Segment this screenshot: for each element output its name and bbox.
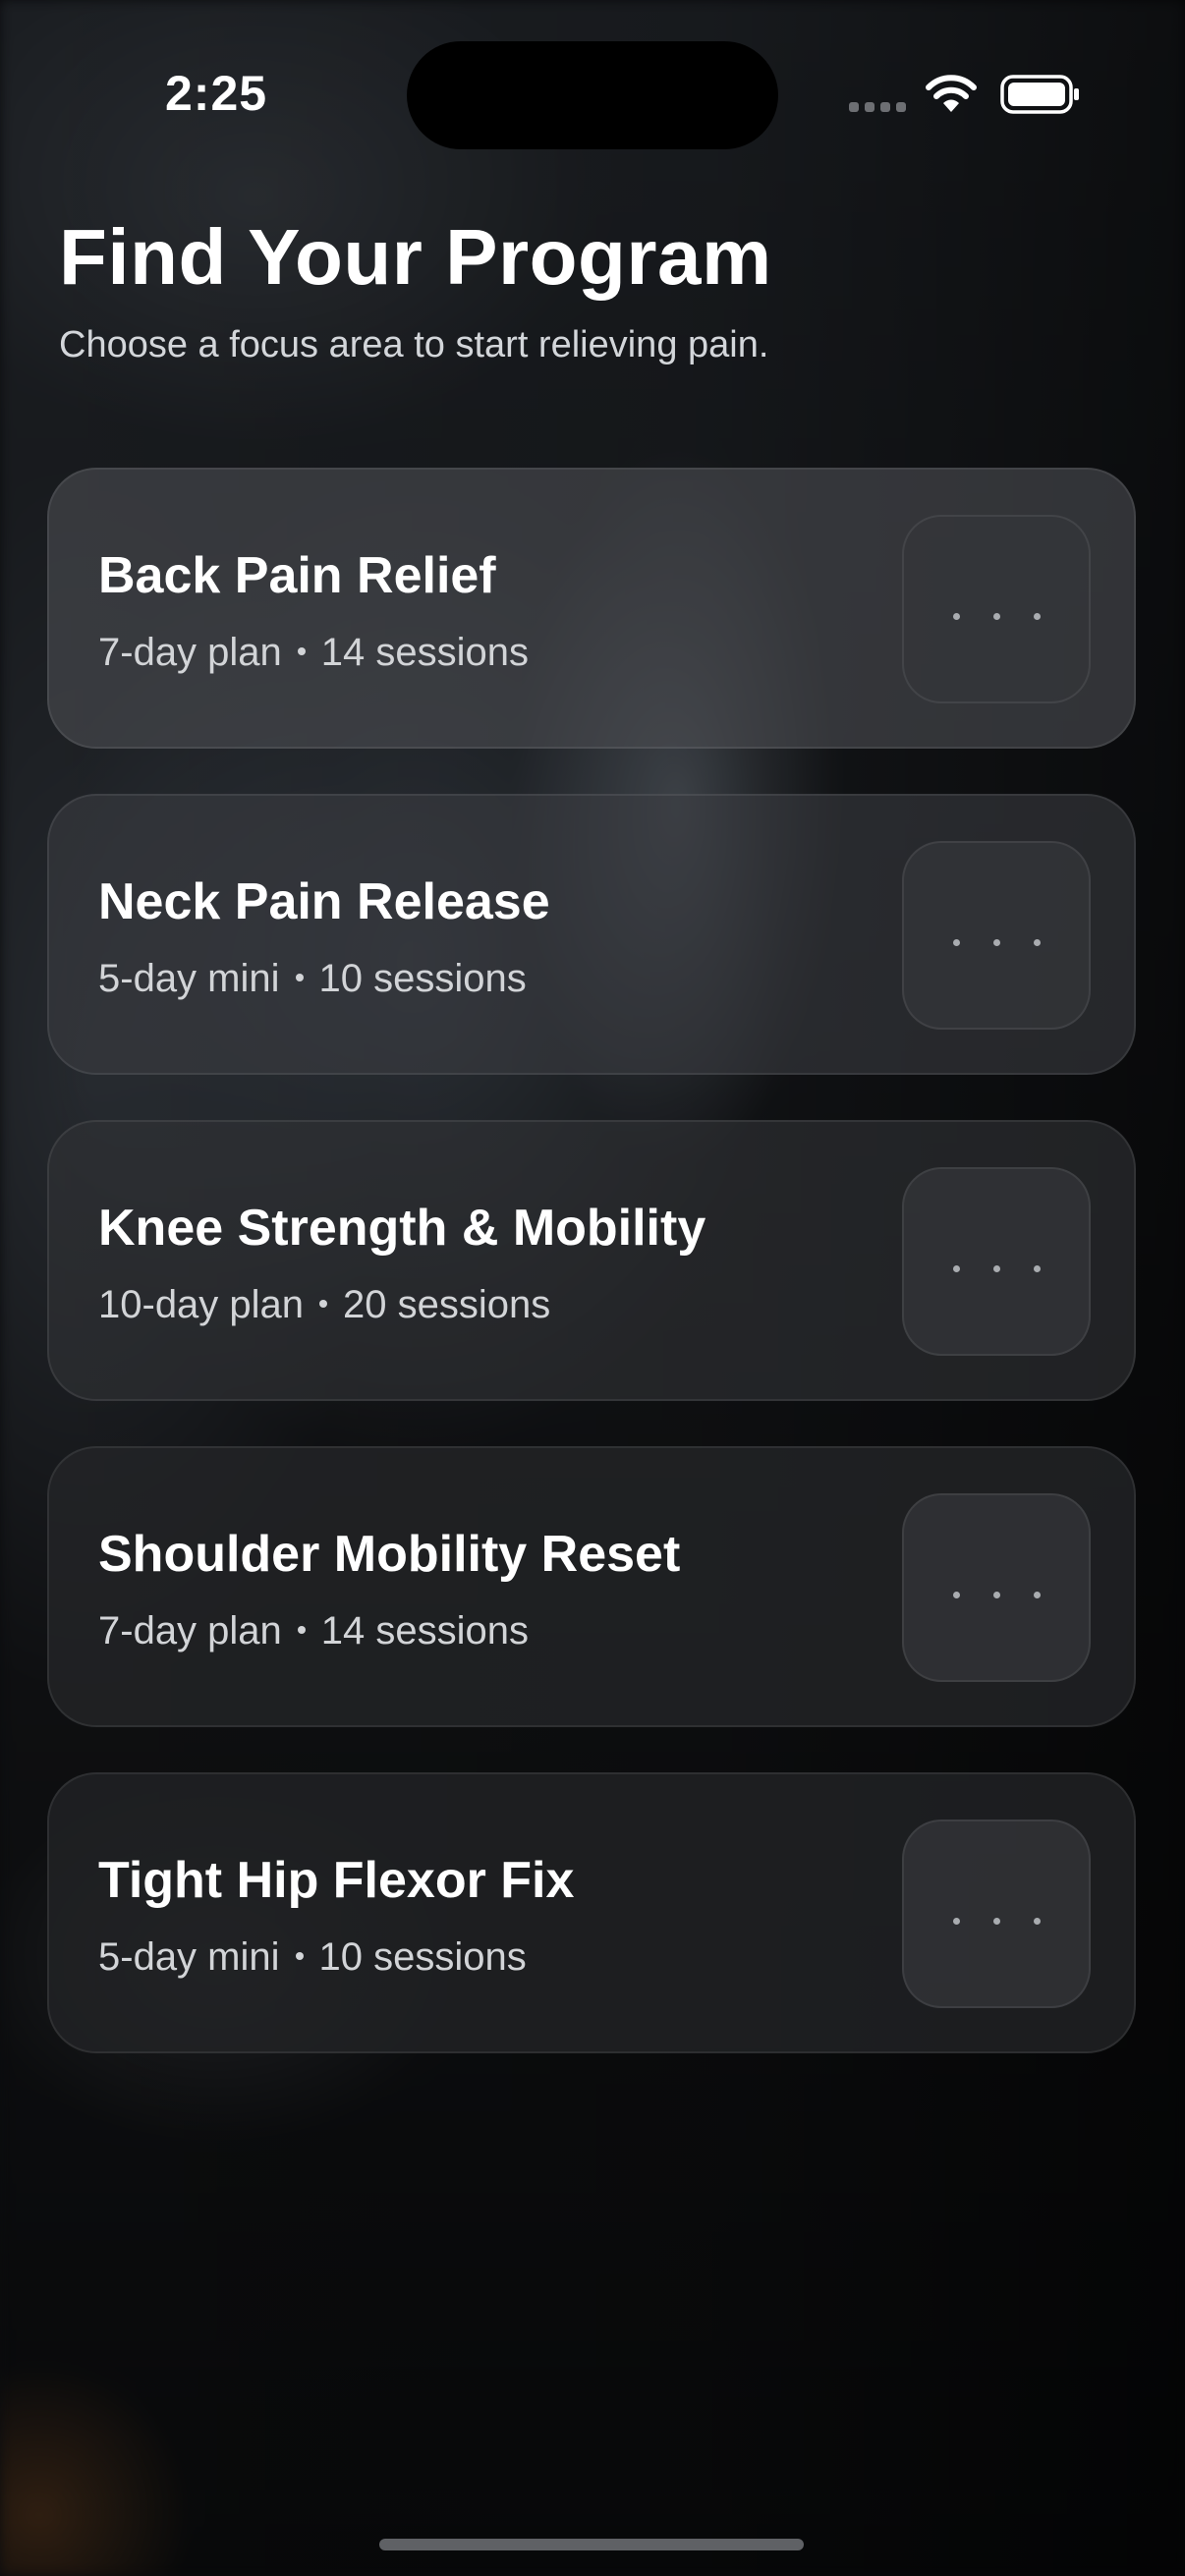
separator-dot (297, 1626, 306, 1635)
program-finder-screen: 2:25 Find Your Program Choose a focus ar… (0, 0, 1185, 2576)
program-duration: 5-day mini (98, 1935, 280, 1979)
dynamic-island (407, 41, 778, 149)
program-meta: 5-day mini 10 sessions (98, 957, 527, 1001)
status-bar: 2:25 (0, 0, 1185, 187)
program-meta: 7-day plan 14 sessions (98, 1609, 529, 1653)
more-options-button[interactable] (902, 1820, 1091, 2008)
program-card-knee-strength-mobility[interactable]: Knee Strength & Mobility 10-day plan 20 s… (47, 1120, 1136, 1401)
home-indicator[interactable] (379, 2539, 804, 2550)
program-card-neck-pain-release[interactable]: Neck Pain Release 5-day mini 10 sessions (47, 794, 1136, 1075)
more-options-button[interactable] (902, 1493, 1091, 1682)
page-title: Find Your Program (59, 213, 772, 301)
more-dots-icon (904, 1586, 1089, 1598)
separator-dot (295, 1952, 304, 1961)
more-dots-icon (904, 933, 1089, 946)
more-options-button[interactable] (902, 515, 1091, 703)
more-options-button[interactable] (902, 1167, 1091, 1356)
program-card-shoulder-mobility-reset[interactable]: Shoulder Mobility Reset 7-day plan 14 ses… (47, 1446, 1136, 1727)
program-title: Knee Strength & Mobility (98, 1200, 706, 1257)
separator-dot (295, 974, 304, 982)
wifi-icon (926, 75, 977, 112)
program-meta: 5-day mini 10 sessions (98, 1935, 527, 1980)
program-list: Back Pain Relief 7-day plan 14 sessions N… (47, 468, 1138, 2099)
status-time: 2:25 (165, 66, 268, 121)
program-duration: 7-day plan (98, 631, 282, 674)
program-sessions: 20 sessions (343, 1283, 551, 1326)
program-meta: 7-day plan 14 sessions (98, 631, 529, 675)
program-title: Shoulder Mobility Reset (98, 1526, 681, 1583)
separator-dot (319, 1300, 328, 1309)
more-dots-icon (904, 1912, 1089, 1925)
program-sessions: 10 sessions (318, 957, 527, 1000)
program-title: Tight Hip Flexor Fix (98, 1852, 575, 1909)
program-meta: 10-day plan 20 sessions (98, 1283, 550, 1327)
separator-dot (297, 647, 306, 656)
program-card-back-pain-relief[interactable]: Back Pain Relief 7-day plan 14 sessions (47, 468, 1136, 749)
battery-icon (1000, 75, 1079, 114)
program-duration: 10-day plan (98, 1283, 305, 1326)
program-card-tight-hip-flexor-fix[interactable]: Tight Hip Flexor Fix 5-day mini 10 sessio… (47, 1772, 1136, 2053)
program-duration: 7-day plan (98, 1609, 282, 1652)
cellular-signal-icon (849, 102, 908, 112)
program-sessions: 14 sessions (320, 631, 530, 674)
more-dots-icon (904, 1260, 1089, 1272)
program-sessions: 10 sessions (318, 1935, 527, 1979)
program-title: Neck Pain Release (98, 873, 550, 930)
program-duration: 5-day mini (98, 957, 280, 1000)
program-sessions: 14 sessions (320, 1609, 530, 1652)
program-title: Back Pain Relief (98, 547, 496, 604)
more-options-button[interactable] (902, 841, 1091, 1030)
more-dots-icon (904, 607, 1089, 620)
page-subtitle: Choose a focus area to start relieving p… (59, 324, 769, 365)
